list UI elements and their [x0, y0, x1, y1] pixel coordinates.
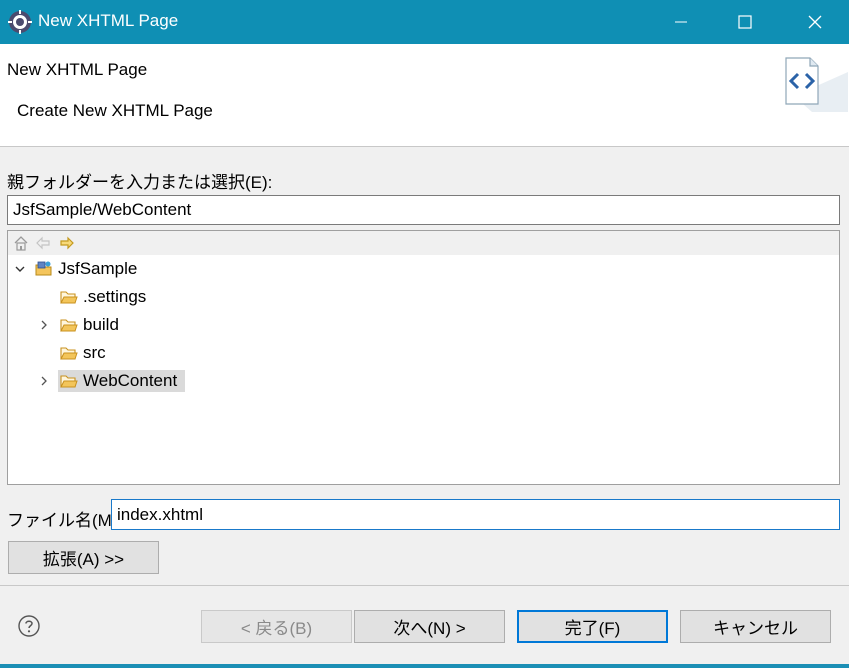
close-button[interactable] [780, 0, 849, 44]
minimize-icon [675, 21, 687, 23]
title-bar: New XHTML Page [0, 0, 849, 44]
folder-icon [60, 319, 78, 332]
eclipse-logo-icon [8, 10, 32, 34]
chevron-right-icon[interactable] [38, 375, 50, 387]
file-name-label: ファイル名(M): [7, 511, 123, 530]
maximize-button[interactable] [710, 0, 780, 44]
finish-button[interactable]: 完了(F) [517, 610, 668, 643]
cancel-button[interactable]: キャンセル [680, 610, 831, 643]
folder-icon [60, 375, 78, 388]
parent-folder-label: 親フォルダーを入力または選択(E): [7, 173, 273, 192]
minimize-button[interactable] [646, 0, 716, 44]
forward-arrow-icon[interactable] [59, 235, 75, 251]
tree-item-label: .settings [83, 287, 147, 306]
tree-item-webcontent[interactable]: WebContent [58, 370, 185, 392]
folder-icon [60, 291, 78, 304]
back-button[interactable]: < 戻る(B) [201, 610, 352, 643]
tree-item-src[interactable]: src [60, 342, 106, 364]
parent-folder-input[interactable] [7, 195, 840, 225]
window-border [0, 664, 849, 668]
file-name-input[interactable] [111, 499, 840, 530]
home-icon[interactable] [13, 235, 29, 251]
folder-tree[interactable]: JsfSample .settings build src WebContent [7, 230, 840, 485]
wizard-header: New XHTML Page Create New XHTML Page [0, 44, 849, 147]
chevron-right-icon[interactable] [38, 319, 50, 331]
project-icon [35, 261, 52, 276]
tree-root-jsfsample[interactable]: JsfSample [35, 258, 137, 280]
xhtml-file-icon [785, 57, 848, 112]
tree-item-build[interactable]: build [60, 314, 119, 336]
back-arrow-icon[interactable] [35, 235, 51, 251]
close-icon [808, 15, 822, 29]
next-button[interactable]: 次へ(N) > [354, 610, 505, 643]
tree-toolbar [8, 231, 839, 255]
tree-item-label: src [83, 343, 106, 362]
tree-item-settings[interactable]: .settings [60, 286, 146, 308]
help-icon[interactable] [17, 614, 41, 638]
folder-icon [60, 347, 78, 360]
chevron-down-icon[interactable] [14, 263, 26, 275]
advanced-button[interactable]: 拡張(A) >> [8, 541, 159, 574]
tree-item-label: build [83, 315, 119, 334]
separator [0, 585, 849, 586]
page-title: New XHTML Page [7, 60, 148, 79]
maximize-icon [738, 15, 752, 29]
window-title: New XHTML Page [38, 11, 179, 30]
page-description: Create New XHTML Page [17, 101, 213, 120]
tree-item-label: WebContent [83, 371, 178, 390]
tree-item-label: JsfSample [58, 259, 138, 278]
